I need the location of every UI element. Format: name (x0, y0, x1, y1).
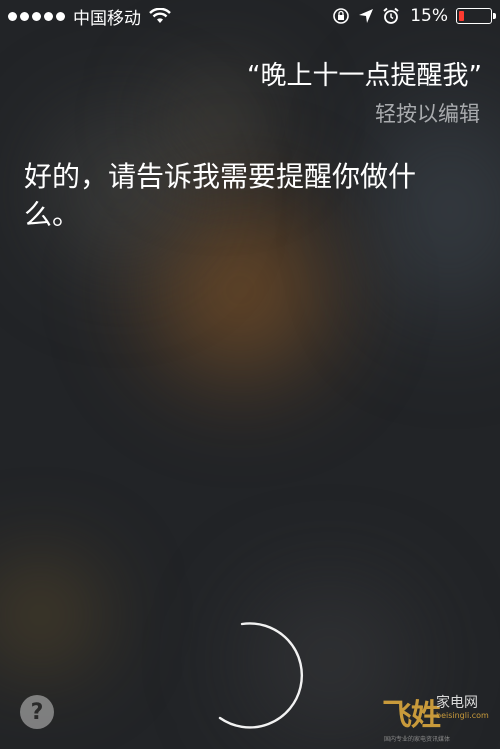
watermark-tagline: 国内专业的家电资讯媒体 (384, 736, 451, 743)
tap-to-edit-hint[interactable]: 轻按以编辑 (375, 98, 480, 128)
watermark-site-name: 家电网 (436, 695, 478, 711)
wifi-icon (149, 8, 171, 23)
watermark-logo-mark: 飞姓 (382, 698, 441, 733)
watermark-logo: 飞姓 家电网 beisingli.com 国内专业的家电资讯媒体 (382, 690, 500, 743)
alarm-icon (383, 7, 399, 24)
signal-strength-icon (8, 11, 65, 21)
siri-response-text: 好的，请告诉我需要提醒你做什么。 (24, 160, 417, 231)
siri-listening-ring-icon[interactable] (212, 618, 308, 730)
watermark-url: beisingli.com (436, 711, 489, 720)
status-bar: 中国移动 15% (0, 0, 500, 32)
help-button[interactable]: ? (20, 695, 54, 729)
carrier-name: 中国移动 (73, 8, 141, 29)
location-arrow-icon (359, 9, 374, 23)
battery-icon (456, 8, 496, 24)
battery-level-fill (459, 11, 464, 21)
battery-percentage: 15% (410, 6, 448, 26)
rotation-lock-icon (333, 8, 350, 24)
siri-query-text[interactable]: “晚上十一点提醒我” (247, 55, 482, 92)
